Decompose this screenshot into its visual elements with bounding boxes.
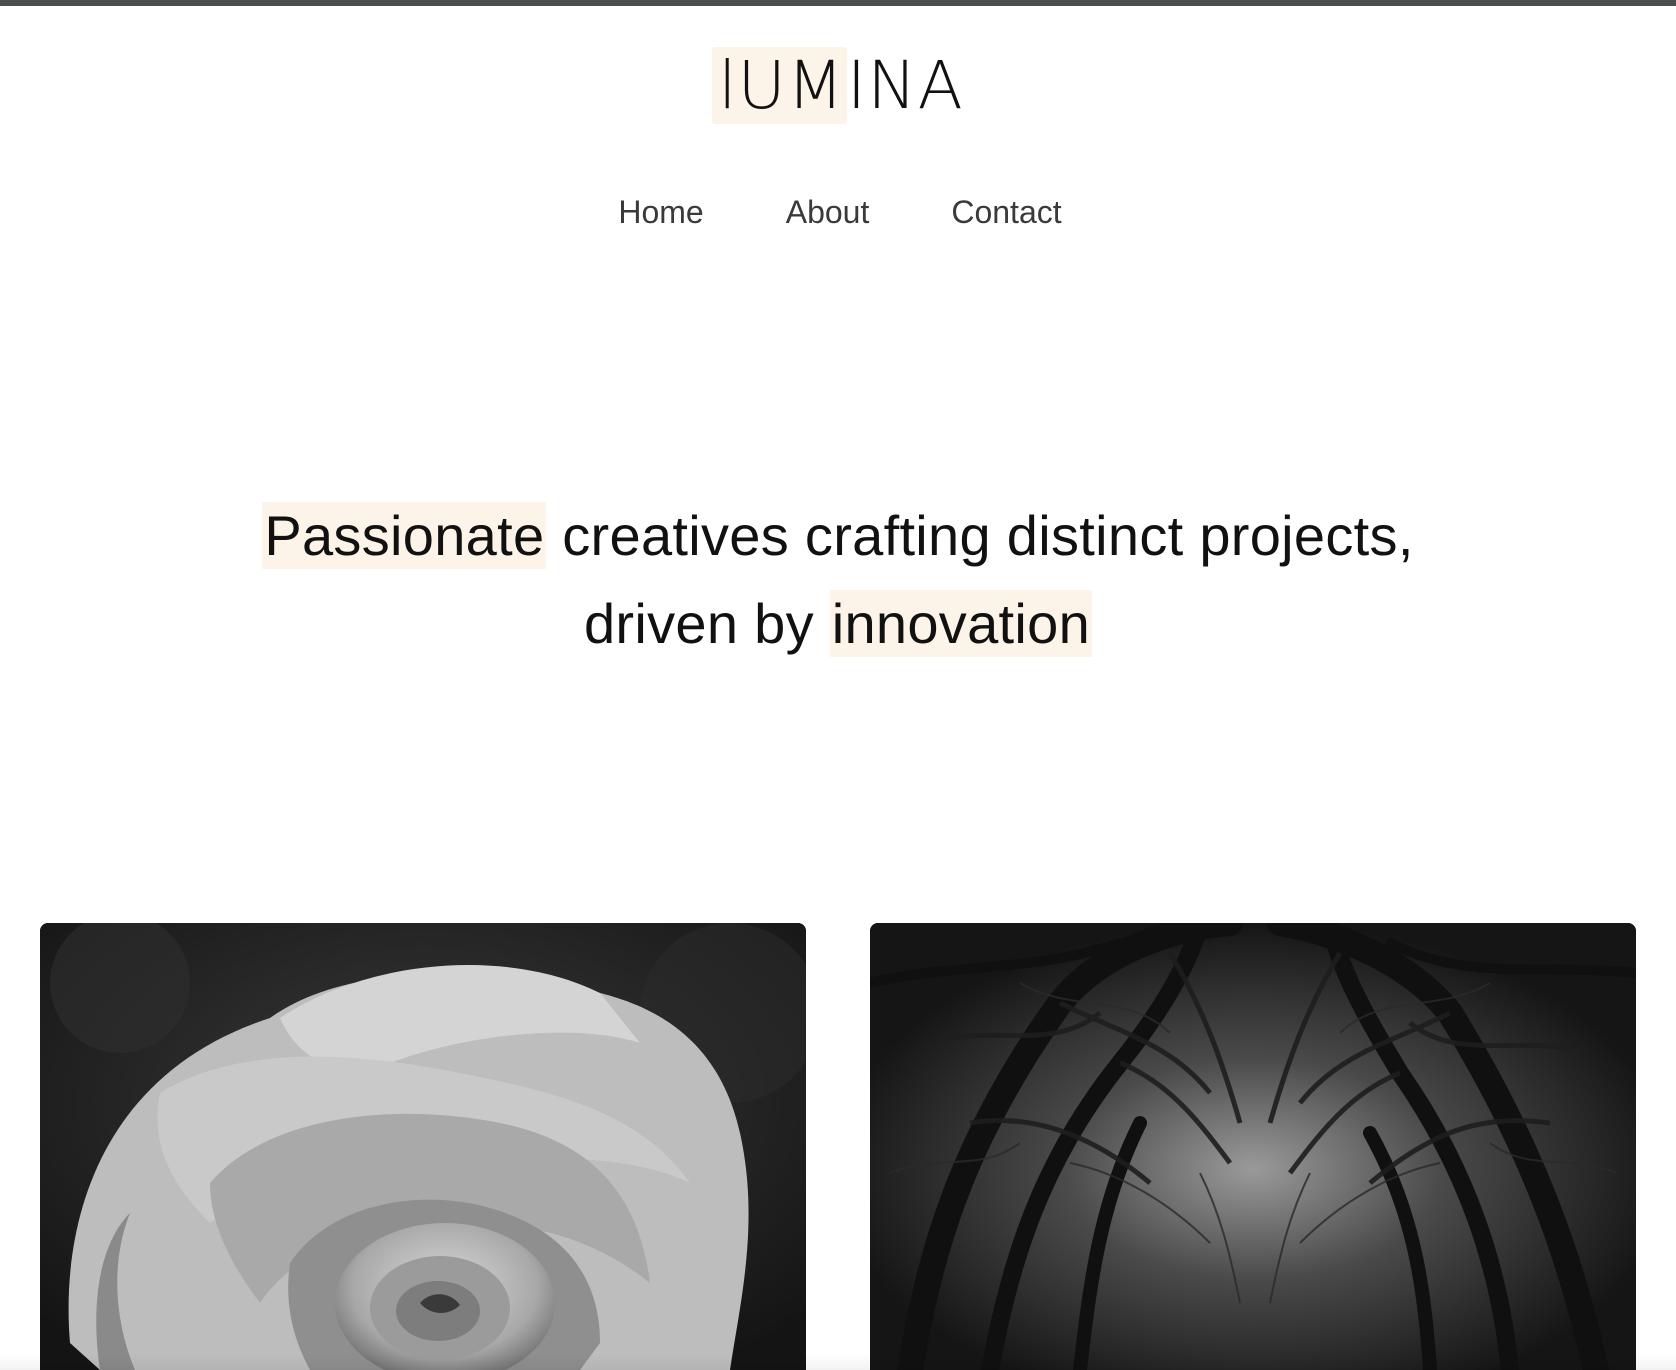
gallery-card-trees[interactable]	[870, 923, 1636, 1370]
logo-rest: INA	[846, 47, 964, 124]
top-bar	[0, 0, 1676, 6]
gallery-card-rose[interactable]	[40, 923, 806, 1370]
hero-line-2: driven by innovation	[0, 580, 1676, 668]
trees-photo	[870, 923, 1636, 1370]
rose-photo	[40, 923, 806, 1370]
nav-home-link[interactable]: Home	[618, 188, 703, 236]
logo-highlight: lUM	[712, 47, 847, 124]
nav-about-link[interactable]: About	[786, 188, 870, 236]
site-logo[interactable]: lUMINA	[0, 46, 1676, 126]
hero-highlight-passionate: Passionate	[262, 502, 547, 569]
hero-line-1: Passionate creatives crafting distinct p…	[0, 492, 1676, 580]
main-nav: Home About Contact	[0, 188, 1676, 236]
hero-line-1-text: creatives crafting distinct projects,	[546, 504, 1414, 567]
nav-contact-link[interactable]: Contact	[951, 188, 1061, 236]
hero-line-2-text: driven by	[583, 592, 830, 655]
hero-highlight-innovation: innovation	[829, 590, 1093, 657]
project-gallery	[40, 923, 1636, 1370]
hero-tagline: Passionate creatives crafting distinct p…	[0, 492, 1676, 668]
